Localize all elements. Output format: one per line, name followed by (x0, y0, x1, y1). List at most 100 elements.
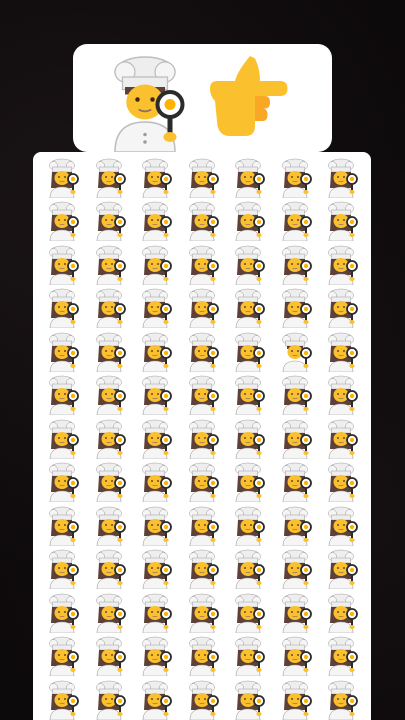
grid-cell-woman-cook[interactable] (39, 504, 86, 548)
grid-cell-woman-cook[interactable] (86, 156, 133, 200)
grid-cell-woman-cook[interactable] (179, 548, 226, 592)
grid-cell-woman-cook[interactable] (179, 200, 226, 244)
grid-cell-woman-cook[interactable] (272, 374, 319, 418)
grid-cell-woman-cook[interactable] (272, 591, 319, 635)
grid-cell-woman-cook[interactable] (318, 678, 365, 720)
grid-cell-woman-cook[interactable] (132, 200, 179, 244)
grid-cell-woman-cook[interactable] (39, 156, 86, 200)
woman-cook-icon (89, 419, 129, 459)
grid-cell-woman-cook[interactable] (225, 591, 272, 635)
grid-cell-woman-cook[interactable] (225, 635, 272, 679)
grid-cell-woman-cook[interactable] (132, 417, 179, 461)
grid-cell-woman-cook[interactable] (132, 635, 179, 679)
grid-cell-woman-cook[interactable] (272, 200, 319, 244)
grid-cell-woman-cook[interactable] (179, 417, 226, 461)
grid-cell-woman-cook[interactable] (225, 504, 272, 548)
grid-cell-woman-cook[interactable] (225, 156, 272, 200)
grid-cell-woman-cook[interactable] (225, 461, 272, 505)
woman-cook-icon (321, 332, 361, 372)
grid-cell-woman-cook[interactable] (179, 678, 226, 720)
grid-cell-woman-cook[interactable] (132, 591, 179, 635)
grid-cell-woman-cook[interactable] (179, 243, 226, 287)
grid-cell-woman-cook[interactable] (272, 156, 319, 200)
grid-cell-woman-cook[interactable] (272, 461, 319, 505)
grid-cell-woman-cook[interactable] (179, 287, 226, 331)
grid-cell-woman-cook[interactable] (86, 200, 133, 244)
grid-cell-woman-cook[interactable] (318, 504, 365, 548)
grid-cell-woman-cook[interactable] (318, 243, 365, 287)
grid-cell-woman-cook[interactable] (318, 374, 365, 418)
grid-cell-woman-cook[interactable] (39, 635, 86, 679)
grid-cell-woman-cook[interactable] (86, 243, 133, 287)
grid-cell-woman-cook[interactable] (272, 287, 319, 331)
grid-cell-woman-cook[interactable] (86, 678, 133, 720)
grid-cell-woman-cook[interactable] (272, 243, 319, 287)
grid-cell-woman-cook[interactable] (132, 548, 179, 592)
grid-cell-woman-cook[interactable] (225, 417, 272, 461)
grid-cell-woman-cook[interactable] (225, 287, 272, 331)
grid-cell-woman-cook[interactable] (39, 417, 86, 461)
grid-cell-woman-cook[interactable] (225, 548, 272, 592)
grid-cell-woman-cook[interactable] (179, 504, 226, 548)
grid-cell-woman-cook[interactable] (318, 330, 365, 374)
grid-cell-woman-cook[interactable] (39, 287, 86, 331)
grid-cell-woman-cook[interactable] (272, 548, 319, 592)
grid-cell-woman-cook[interactable] (132, 504, 179, 548)
woman-cook-icon (42, 680, 82, 720)
woman-cook-icon (89, 636, 129, 676)
grid-cell-woman-cook[interactable] (86, 461, 133, 505)
grid-cell-woman-cook[interactable] (86, 591, 133, 635)
grid-cell-woman-cook[interactable] (39, 461, 86, 505)
grid-cell-woman-cook[interactable] (132, 243, 179, 287)
grid-cell-woman-cook[interactable] (86, 374, 133, 418)
grid-cell-woman-cook[interactable] (272, 504, 319, 548)
grid-cell-woman-cook[interactable] (132, 156, 179, 200)
woman-cook-icon (42, 549, 82, 589)
grid-cell-woman-cook[interactable] (179, 635, 226, 679)
woman-cook-icon (42, 158, 82, 198)
grid-cell-woman-cook[interactable] (39, 374, 86, 418)
grid-cell-woman-cook[interactable] (318, 548, 365, 592)
grid-cell-woman-cook[interactable] (86, 417, 133, 461)
grid-cell-woman-cook[interactable] (86, 330, 133, 374)
grid-cell-woman-cook[interactable] (86, 504, 133, 548)
grid-cell-woman-cook[interactable] (318, 461, 365, 505)
grid-cell-woman-cook[interactable] (179, 374, 226, 418)
grid-cell-woman-cook[interactable] (39, 678, 86, 720)
grid-cell-woman-cook[interactable] (179, 156, 226, 200)
grid-cell-woman-cook[interactable] (132, 374, 179, 418)
grid-cell-woman-cook[interactable] (225, 243, 272, 287)
grid-cell-woman-cook[interactable] (272, 635, 319, 679)
grid-cell-woman-cook[interactable] (225, 330, 272, 374)
grid-cell-woman-cook[interactable] (86, 548, 133, 592)
grid-cell-man-cook[interactable] (272, 330, 319, 374)
grid-cell-woman-cook[interactable] (39, 243, 86, 287)
grid-cell-woman-cook[interactable] (132, 678, 179, 720)
grid-cell-woman-cook[interactable] (86, 287, 133, 331)
grid-cell-woman-cook[interactable] (132, 330, 179, 374)
grid-cell-woman-cook[interactable] (39, 591, 86, 635)
grid-cell-woman-cook[interactable] (132, 287, 179, 331)
grid-cell-woman-cook[interactable] (132, 461, 179, 505)
grid-cell-woman-cook[interactable] (272, 417, 319, 461)
grid-cell-woman-cook[interactable] (179, 461, 226, 505)
grid-cell-woman-cook[interactable] (318, 591, 365, 635)
grid-cell-woman-cook[interactable] (272, 678, 319, 720)
grid-cell-woman-cook[interactable] (86, 635, 133, 679)
woman-cook-icon (275, 375, 315, 415)
grid-cell-woman-cook[interactable] (179, 330, 226, 374)
grid-cell-woman-cook[interactable] (318, 287, 365, 331)
grid-cell-woman-cook[interactable] (225, 200, 272, 244)
grid-cell-woman-cook[interactable] (39, 330, 86, 374)
man-cook-icon (275, 332, 315, 372)
grid-cell-woman-cook[interactable] (39, 200, 86, 244)
grid-cell-woman-cook[interactable] (39, 548, 86, 592)
grid-cell-woman-cook[interactable] (318, 156, 365, 200)
woman-cook-icon (228, 636, 268, 676)
grid-cell-woman-cook[interactable] (225, 678, 272, 720)
grid-cell-woman-cook[interactable] (318, 200, 365, 244)
grid-cell-woman-cook[interactable] (318, 417, 365, 461)
grid-cell-woman-cook[interactable] (318, 635, 365, 679)
grid-cell-woman-cook[interactable] (179, 591, 226, 635)
grid-cell-woman-cook[interactable] (225, 374, 272, 418)
